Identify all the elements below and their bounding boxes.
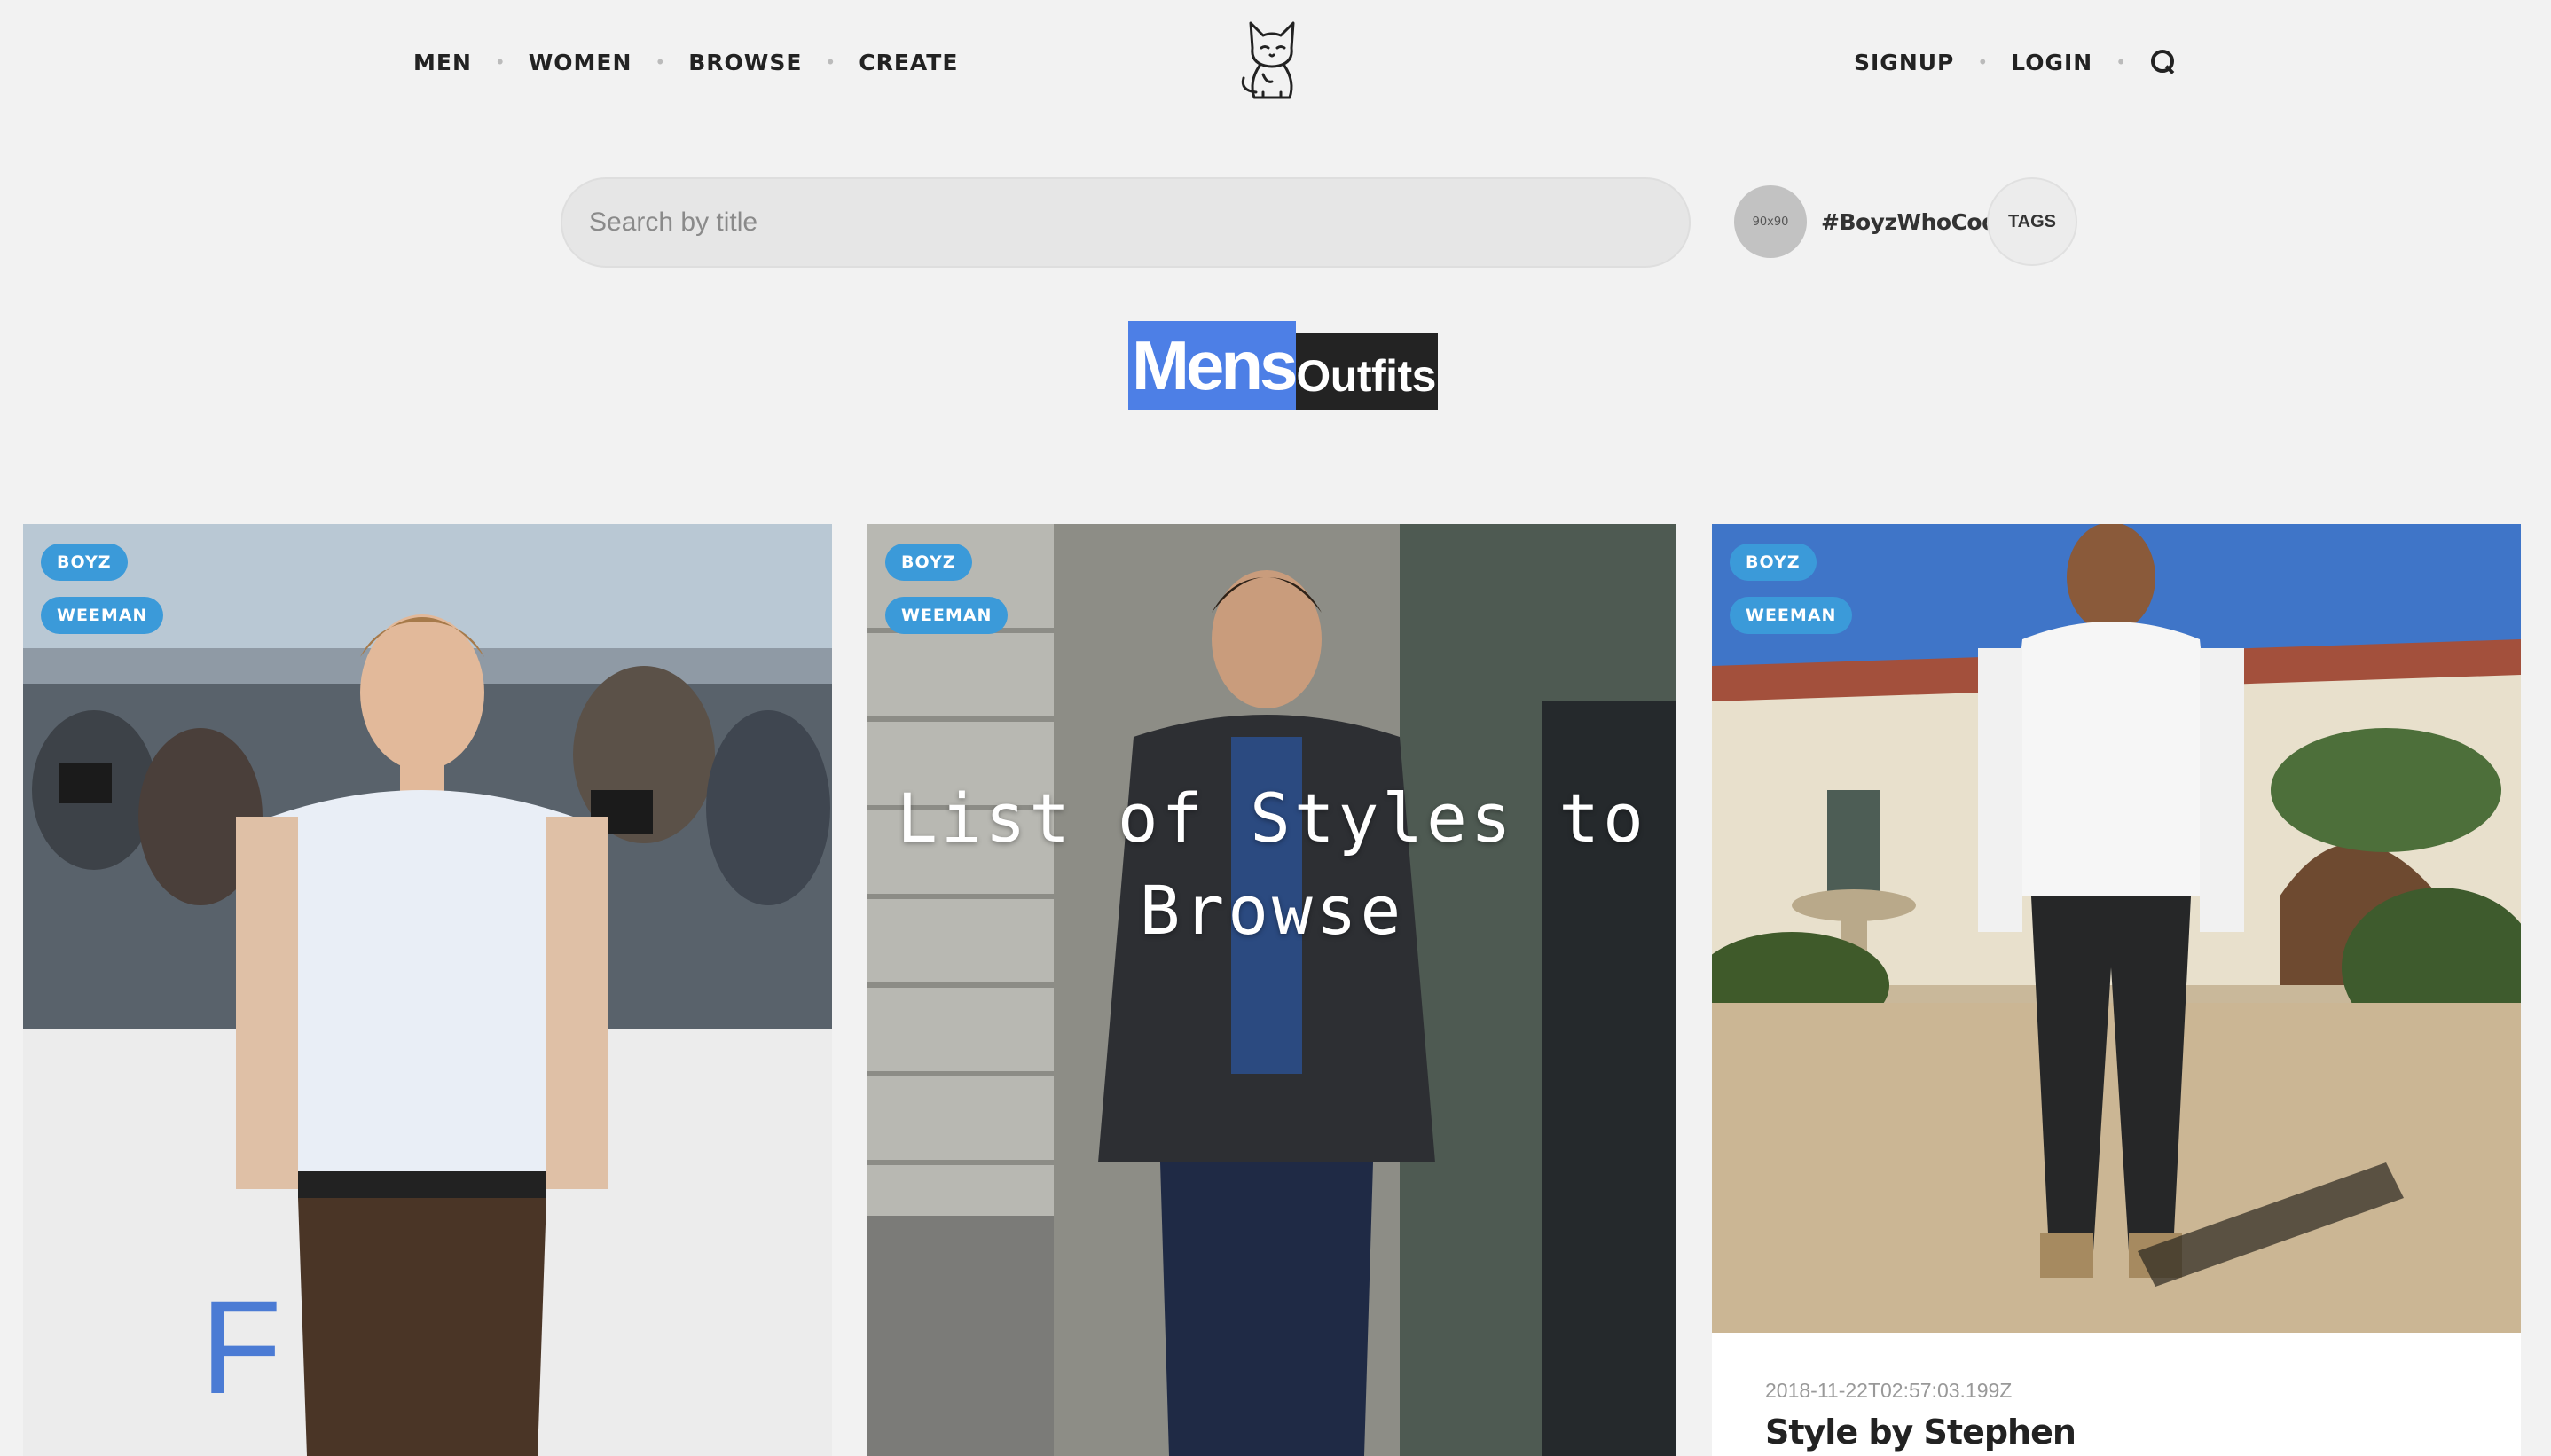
nav-link-men[interactable]: MEN xyxy=(413,50,472,75)
badge-weeman[interactable]: WEEMAN xyxy=(1730,597,1853,634)
outfit-card[interactable]: BOYZ WEEMAN List of Styles to Browse xyxy=(867,524,1676,1456)
search-input[interactable] xyxy=(589,207,1689,238)
nav-separator: • xyxy=(494,51,506,73)
outfit-photo: F xyxy=(23,524,832,1456)
svg-text:F: F xyxy=(200,1272,282,1421)
nav-link-women[interactable]: WOMEN xyxy=(529,50,632,75)
badge-weeman[interactable]: WEEMAN xyxy=(41,597,164,634)
login-link[interactable]: LOGIN xyxy=(2011,50,2092,75)
cat-logo-icon[interactable] xyxy=(1236,16,1307,105)
nav-separator: • xyxy=(655,51,666,73)
page-title: Mens Outfits xyxy=(1128,321,1438,410)
badge-boyz[interactable]: BOYZ xyxy=(41,544,128,581)
outfit-card[interactable]: BOYZ WEEMAN 2018-11-22T02:57:03.199Z Sty… xyxy=(1712,524,2521,1456)
account-nav: SIGNUP • LOGIN • xyxy=(1854,44,2178,80)
main-nav: MEN • WOMEN • BROWSE • CREATE xyxy=(413,44,958,80)
outfit-photo xyxy=(1712,524,2521,1456)
badge-boyz[interactable]: BOYZ xyxy=(885,544,972,581)
badge-weeman[interactable]: WEEMAN xyxy=(885,597,1009,634)
nav-separator: • xyxy=(825,51,836,73)
page-title-light: Outfits xyxy=(1296,333,1438,410)
card-title[interactable]: Style by Stephen xyxy=(1765,1413,2076,1452)
outfit-card[interactable]: F BOYZ WEEMAN xyxy=(23,524,832,1456)
nav-separator: • xyxy=(2115,51,2127,73)
tag-name: #BoyzWhoCode xyxy=(1821,208,2012,235)
nav-link-create[interactable]: CREATE xyxy=(859,50,958,75)
signup-link[interactable]: SIGNUP xyxy=(1854,50,1954,75)
search-bar xyxy=(561,177,1691,268)
page-title-strong: Mens xyxy=(1128,321,1298,410)
card-date: 2018-11-22T02:57:03.199Z xyxy=(1765,1379,2013,1402)
tag-chip[interactable]: 90x90 #BoyzWhoCode xyxy=(1734,184,2012,259)
tag-avatar: 90x90 xyxy=(1734,185,1807,258)
badge-boyz[interactable]: BOYZ xyxy=(1730,544,1817,581)
card-overlay-title: List of Styles to Browse xyxy=(897,779,1647,950)
outfit-photo xyxy=(867,524,1676,1456)
card-meta: 2018-11-22T02:57:03.199Z Style by Stephe… xyxy=(1712,1333,2521,1456)
nav-link-browse[interactable]: BROWSE xyxy=(688,50,802,75)
tags-button[interactable]: TAGS xyxy=(1987,177,2077,266)
search-icon[interactable] xyxy=(2149,48,2178,76)
nav-separator: • xyxy=(1977,51,1989,73)
